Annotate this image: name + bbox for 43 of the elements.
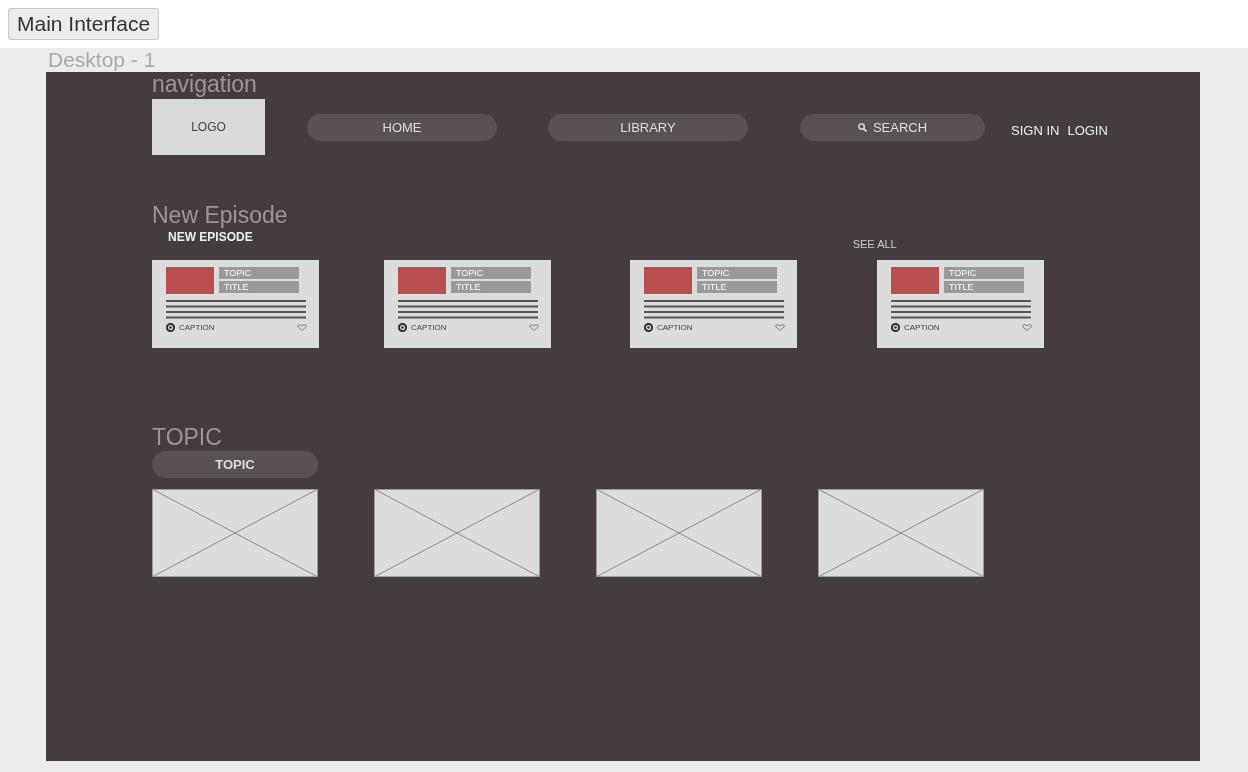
topic-tag: TOPIC [451,267,531,279]
search-icon [857,122,867,132]
nav-button[interactable]: HOME [307,113,497,141]
thumbnail [166,267,214,294]
episode-card[interactable]: TOPIC TITLE CAPTION [152,260,319,348]
topic-button[interactable]: TOPIC [152,451,318,478]
heart-icon[interactable] [775,324,785,331]
topic-tag: TOPIC [944,267,1024,279]
caption: CAPTION [179,323,216,332]
section-heading: TOPIC [152,425,222,449]
title-tag: TITLE [451,281,531,293]
caption: CAPTION [657,323,694,332]
auth-link[interactable]: LOGIN [1067,122,1108,138]
play-icon[interactable] [644,323,653,332]
episode-card[interactable]: TOPIC TITLE CAPTION [877,260,1044,348]
episode-card[interactable]: TOPIC TITLE CAPTION [384,260,551,348]
title-tag: TITLE [219,281,299,293]
topic-tag: TOPIC [219,267,299,279]
play-icon[interactable] [398,323,407,332]
auth-link[interactable]: SIGN IN [1011,122,1060,138]
thumbnail [891,267,939,294]
see-all-link[interactable]: SEE ALL [852,238,897,250]
episode-card[interactable]: TOPIC TITLE CAPTION [630,260,797,348]
play-icon[interactable] [891,323,900,332]
logo[interactable]: LOGO [152,99,265,155]
section-heading: navigation [152,72,257,96]
thumbnail [644,267,692,294]
title-tag: TITLE [697,281,777,293]
section-heading: New Episode [152,203,288,227]
caption: CAPTION [904,323,941,332]
section-label: NEW EPISODE [168,230,253,244]
heart-icon[interactable] [529,324,539,331]
nav-button[interactable]: LIBRARY [548,113,748,141]
thumbnail [398,267,446,294]
play-icon[interactable] [166,323,175,332]
topic-tag: TOPIC [697,267,777,279]
title-tag: TITLE [944,281,1024,293]
main-interface-button[interactable]: Main Interface [8,8,160,40]
caption: CAPTION [411,323,448,332]
frame-title: Desktop - 1 [48,48,156,72]
nav-button[interactable]: SEARCH [800,113,985,141]
heart-icon[interactable] [1022,324,1032,331]
heart-icon[interactable] [297,324,307,331]
